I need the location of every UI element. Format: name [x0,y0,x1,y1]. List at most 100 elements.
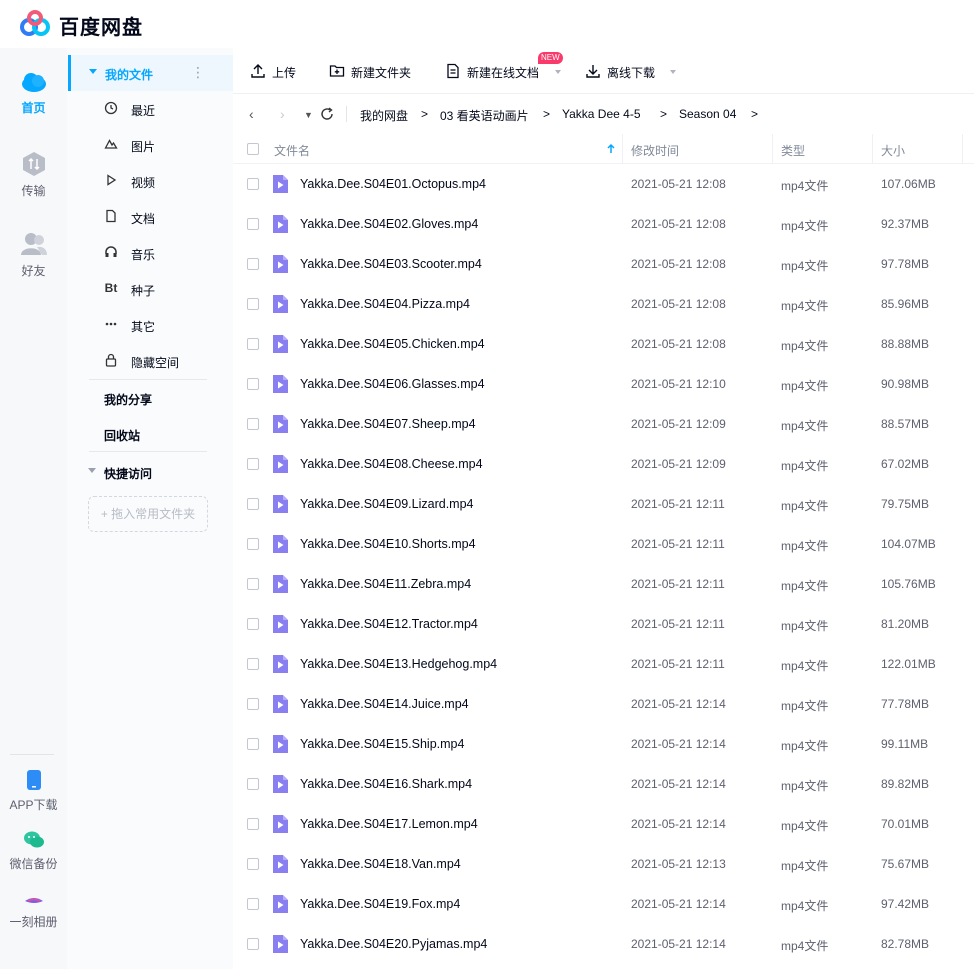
row-checkbox[interactable] [247,378,259,390]
new-online-doc-button[interactable]: 新建在线文档 [445,62,565,82]
sidebar-item-documents[interactable]: 文档 [67,203,233,231]
file-name[interactable]: Yakka.Dee.S04E10.Shorts.mp4 [300,537,476,551]
more-vertical-icon[interactable]: ⋮ [191,64,205,81]
file-name[interactable]: Yakka.Dee.S04E06.Glasses.mp4 [300,377,485,391]
nav-home[interactable]: 首页 [0,70,67,116]
row-checkbox[interactable] [247,618,259,630]
file-name[interactable]: Yakka.Dee.S04E03.Scooter.mp4 [300,257,482,271]
file-name[interactable]: Yakka.Dee.S04E14.Juice.mp4 [300,697,469,711]
chevron-down-icon[interactable] [555,70,561,74]
file-name[interactable]: Yakka.Dee.S04E01.Octopus.mp4 [300,177,486,191]
file-name[interactable]: Yakka.Dee.S04E17.Lemon.mp4 [300,817,478,831]
row-checkbox[interactable] [247,178,259,190]
table-row[interactable]: Yakka.Dee.S04E19.Fox.mp4 2021-05-21 12:14… [233,884,974,924]
history-dropdown-icon[interactable]: ▼ [304,110,313,120]
baidu-netdisk-logo-icon[interactable] [18,10,52,38]
table-row[interactable]: Yakka.Dee.S04E10.Shorts.mp4 2021-05-21 12… [233,524,974,564]
table-row[interactable]: Yakka.Dee.S04E13.Hedgehog.mp4 2021-05-21 … [233,644,974,684]
chevron-down-icon[interactable] [670,70,676,74]
column-header-type[interactable]: 类型 [781,142,805,159]
new-folder-button[interactable]: 新建文件夹 [329,62,419,82]
row-checkbox[interactable] [247,338,259,350]
row-checkbox[interactable] [247,898,259,910]
table-row[interactable]: Yakka.Dee.S04E05.Chicken.mp4 2021-05-21 1… [233,324,974,364]
nav-wechat-backup[interactable]: 微信备份 [0,830,67,872]
row-checkbox[interactable] [247,938,259,950]
file-name[interactable]: Yakka.Dee.S04E19.Fox.mp4 [300,897,460,911]
table-row[interactable]: Yakka.Dee.S04E09.Lizard.mp4 2021-05-21 12… [233,484,974,524]
table-row[interactable]: Yakka.Dee.S04E20.Pyjamas.mp4 2021-05-21 1… [233,924,974,964]
upload-button[interactable]: 上传 [250,62,300,82]
table-row[interactable]: Yakka.Dee.S04E12.Tractor.mp4 2021-05-21 1… [233,604,974,644]
sidebar-item-images[interactable]: 图片 [67,131,233,159]
sort-ascending-icon[interactable] [607,144,615,154]
file-name[interactable]: Yakka.Dee.S04E20.Pyjamas.mp4 [300,937,487,951]
sidebar-item-music[interactable]: 音乐 [67,239,233,267]
table-row[interactable]: Yakka.Dee.S04E18.Van.mp4 2021-05-21 12:13… [233,844,974,884]
row-checkbox[interactable] [247,738,259,750]
file-name[interactable]: Yakka.Dee.S04E15.Ship.mp4 [300,737,464,751]
table-row[interactable]: Yakka.Dee.S04E08.Cheese.mp4 2021-05-21 12… [233,444,974,484]
row-checkbox[interactable] [247,818,259,830]
file-name[interactable]: Yakka.Dee.S04E13.Hedgehog.mp4 [300,657,497,671]
row-checkbox[interactable] [247,578,259,590]
file-name[interactable]: Yakka.Dee.S04E18.Van.mp4 [300,857,461,871]
file-name[interactable]: Yakka.Dee.S04E11.Zebra.mp4 [300,577,471,591]
table-row[interactable]: Yakka.Dee.S04E07.Sheep.mp4 2021-05-21 12:… [233,404,974,444]
sidebar-item-videos[interactable]: 视频 [67,167,233,195]
table-row[interactable]: Yakka.Dee.S04E03.Scooter.mp4 2021-05-21 1… [233,244,974,284]
file-name[interactable]: Yakka.Dee.S04E02.Gloves.mp4 [300,217,478,231]
row-checkbox[interactable] [247,458,259,470]
file-name[interactable]: Yakka.Dee.S04E12.Tractor.mp4 [300,617,478,631]
file-name[interactable]: Yakka.Dee.S04E16.Shark.mp4 [300,777,472,791]
quick-access-drop-zone[interactable]: + 拖入常用文件夹 [88,496,208,532]
offline-download-button[interactable]: 离线下载 [585,62,680,82]
select-all-checkbox[interactable] [247,143,259,155]
row-checkbox[interactable] [247,218,259,230]
caret-down-icon[interactable] [88,468,96,473]
sidebar-recycle-bin[interactable]: 回收站 [104,427,140,444]
table-row[interactable]: Yakka.Dee.S04E14.Juice.mp4 2021-05-21 12:… [233,684,974,724]
file-name[interactable]: Yakka.Dee.S04E08.Cheese.mp4 [300,457,483,471]
table-row[interactable]: Yakka.Dee.S04E17.Lemon.mp4 2021-05-21 12:… [233,804,974,844]
table-row[interactable]: Yakka.Dee.S04E02.Gloves.mp4 2021-05-21 12… [233,204,974,244]
nav-app-download[interactable]: APP下载 [0,769,67,813]
row-checkbox[interactable] [247,538,259,550]
breadcrumb-item[interactable]: 我的网盘 [360,107,408,124]
table-row[interactable]: Yakka.Dee.S04E15.Ship.mp4 2021-05-21 12:1… [233,724,974,764]
sidebar-item-hidden-space[interactable]: 隐藏空间 [67,347,233,375]
breadcrumb-item-current[interactable]: Season 04 [679,107,736,121]
refresh-icon[interactable] [320,107,334,121]
forward-icon[interactable]: › [280,106,285,122]
sidebar-my-files[interactable]: 我的文件 ⋮ [68,55,233,91]
row-checkbox[interactable] [247,658,259,670]
row-checkbox[interactable] [247,498,259,510]
row-checkbox[interactable] [247,418,259,430]
table-row[interactable]: Yakka.Dee.S04E11.Zebra.mp4 2021-05-21 12:… [233,564,974,604]
row-checkbox[interactable] [247,778,259,790]
sidebar-item-recent[interactable]: 最近 [67,95,233,123]
column-header-size[interactable]: 大小 [881,142,905,159]
table-row[interactable]: Yakka.Dee.S04E06.Glasses.mp4 2021-05-21 1… [233,364,974,404]
file-name[interactable]: Yakka.Dee.S04E04.Pizza.mp4 [300,297,470,311]
file-name[interactable]: Yakka.Dee.S04E09.Lizard.mp4 [300,497,473,511]
back-icon[interactable]: ‹ [249,106,254,122]
nav-friends[interactable]: 好友 [0,231,67,279]
sidebar-my-share[interactable]: 我的分享 [104,391,152,408]
nav-album[interactable]: 一刻相册 [0,894,67,930]
column-header-modified[interactable]: 修改时间 [631,142,679,159]
nav-transfer[interactable]: 传输 [0,151,67,199]
file-name[interactable]: Yakka.Dee.S04E05.Chicken.mp4 [300,337,485,351]
breadcrumb-item[interactable]: Yakka Dee 4-5 [562,107,641,121]
column-header-name[interactable]: 文件名 [274,142,310,159]
row-checkbox[interactable] [247,298,259,310]
row-checkbox[interactable] [247,698,259,710]
sidebar-item-others[interactable]: 其它 [67,311,233,339]
table-row[interactable]: Yakka.Dee.S04E04.Pizza.mp4 2021-05-21 12:… [233,284,974,324]
table-row[interactable]: Yakka.Dee.S04E01.Octopus.mp4 2021-05-21 1… [233,164,974,204]
sidebar-item-torrents[interactable]: Bt 种子 [67,275,233,303]
table-row[interactable]: Yakka.Dee.S04E16.Shark.mp4 2021-05-21 12:… [233,764,974,804]
row-checkbox[interactable] [247,858,259,870]
file-name[interactable]: Yakka.Dee.S04E07.Sheep.mp4 [300,417,476,431]
breadcrumb-item[interactable]: 03 看英语动画片 [440,107,529,124]
